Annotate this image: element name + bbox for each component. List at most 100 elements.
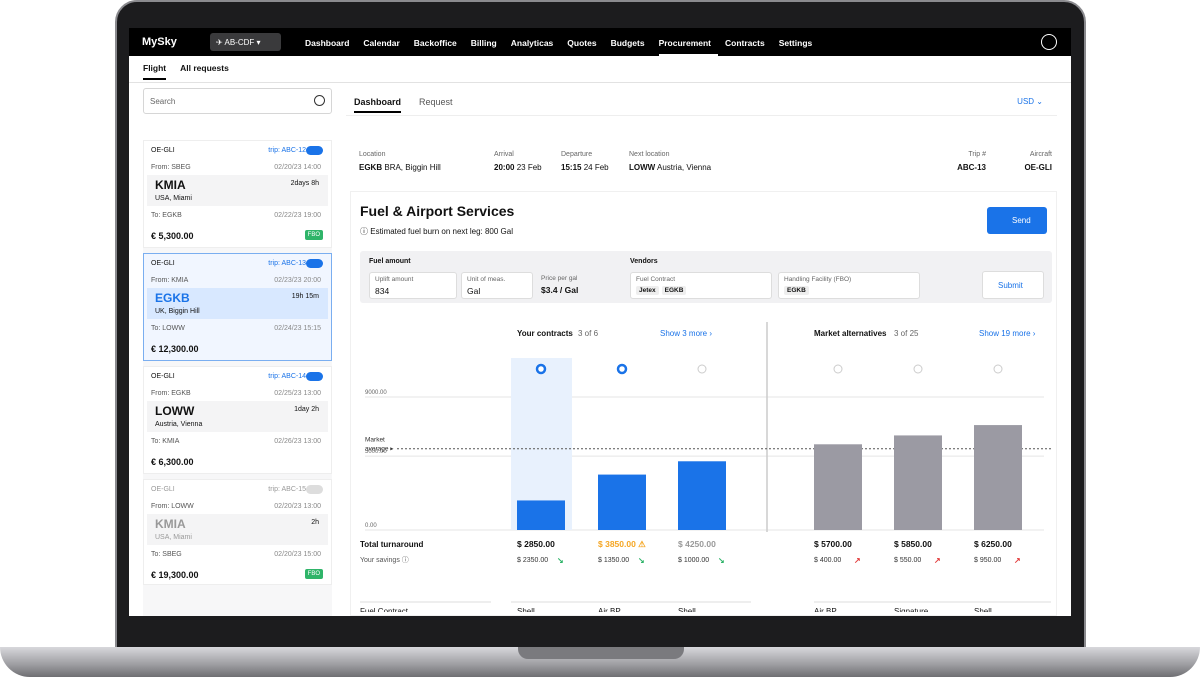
submit-button[interactable]: Submit xyxy=(982,271,1044,299)
nav-procurement[interactable]: Procurement xyxy=(658,28,719,56)
bar[interactable] xyxy=(894,435,942,530)
bar[interactable] xyxy=(814,444,862,530)
arrival-time: 20:00 xyxy=(494,163,515,172)
nav-budgets[interactable]: Budgets xyxy=(611,28,652,56)
flight-toggle[interactable] xyxy=(306,485,323,494)
bar[interactable] xyxy=(678,461,726,530)
fbo-badge: FBO xyxy=(304,569,323,579)
comparison-chart: 9000.00 5000.00 0.00 Market average ▸ Your co… xyxy=(351,322,1058,616)
search-placeholder: Search xyxy=(150,97,176,106)
show-more-link[interactable]: Show 19 more › xyxy=(979,329,1036,338)
submit-label: Submit xyxy=(998,281,1023,290)
currency-select[interactable]: USD ⌄ xyxy=(1017,97,1043,106)
user-icon[interactable] xyxy=(1041,34,1057,50)
arrival-label: Arrival xyxy=(494,151,514,158)
to-label: To: SBEG xyxy=(151,551,182,558)
aircraft-value: AB-CDF xyxy=(224,38,255,47)
aircraft-select[interactable]: ✈ AB-CDF ▾ xyxy=(210,33,281,51)
savings-label: $ 2350.00 xyxy=(517,557,548,564)
vendor-label: Shell xyxy=(517,607,535,612)
fuel-contract-select[interactable]: Fuel Contract Jetex EGKB xyxy=(630,272,772,299)
arrow-down-icon: ↘ xyxy=(557,556,564,565)
flight-toggle[interactable] xyxy=(306,146,323,155)
nav-analyticas[interactable]: Analyticas xyxy=(511,28,561,56)
send-button[interactable]: Send xyxy=(987,207,1047,234)
select-radio[interactable] xyxy=(993,364,1003,374)
select-radio[interactable] xyxy=(913,364,923,374)
trip-col: Trip # ABC-13 xyxy=(954,151,986,172)
flight-card[interactable]: OE-GLI trip: ABC-13 From: KMIA 02/23/23 … xyxy=(143,253,332,361)
uplift-field[interactable]: Uplift amount 834 xyxy=(369,272,457,299)
flight-card[interactable]: OE-GLI trip: ABC-14 From: EGKB 02/25/23 … xyxy=(143,366,332,474)
unit-label: Unit of meas. xyxy=(467,276,506,283)
nav-contracts[interactable]: Contracts xyxy=(725,28,772,56)
divider xyxy=(129,82,1071,83)
contract-chip[interactable]: Jetex xyxy=(636,286,659,295)
group-count: 3 of 25 xyxy=(894,329,919,338)
y-tick-label: 9000.00 xyxy=(365,390,387,396)
search-input[interactable]: Search xyxy=(143,88,332,114)
trip-link[interactable]: trip: ABC-13 xyxy=(268,260,306,267)
airport-code: KMIA xyxy=(155,178,186,192)
tab-request[interactable]: Request xyxy=(419,97,453,107)
nav-billing[interactable]: Billing xyxy=(471,28,504,56)
trip-price: € 6,300.00 xyxy=(151,457,194,467)
nav-dashboard[interactable]: Dashboard xyxy=(305,28,356,56)
from-label: From: KMIA xyxy=(151,277,189,284)
select-radio[interactable] xyxy=(535,363,547,375)
select-radio[interactable] xyxy=(616,363,628,375)
tab-flight[interactable]: Flight xyxy=(143,63,167,80)
vendor-label: Air BP xyxy=(598,607,621,612)
savings-label: $ 1350.00 xyxy=(598,557,629,564)
select-radio[interactable] xyxy=(697,364,707,374)
flight-toggle[interactable] xyxy=(306,372,323,381)
contract-chip[interactable]: EGKB xyxy=(661,286,687,295)
trip-label: Trip # xyxy=(968,151,986,158)
nav-calendar[interactable]: Calendar xyxy=(363,28,406,56)
top-nav: MySky ✈ AB-CDF ▾ Dashboard Calendar Backof… xyxy=(129,28,1071,56)
depart-date: 02/20/23 14:00 xyxy=(274,164,321,171)
flight-toggle[interactable] xyxy=(306,259,323,268)
savings-label: $ 550.00 xyxy=(894,557,921,564)
price-label: $ 2850.00 xyxy=(517,539,555,549)
app-logo[interactable]: MySky xyxy=(142,36,177,48)
flight-card[interactable]: OE-GLI trip: ABC-12 From: SBEG 02/20/23 … xyxy=(143,140,332,248)
trip-price: € 19,300.00 xyxy=(151,570,199,580)
trip-link[interactable]: trip: ABC-12 xyxy=(268,147,306,154)
nav-backoffice[interactable]: Backoffice xyxy=(414,28,464,56)
show-more-link[interactable]: Show 3 more › xyxy=(660,329,712,338)
price-label: $ 3850.00 ⚠ xyxy=(598,539,646,549)
market-average-label: average ▸ xyxy=(365,446,394,453)
bar[interactable] xyxy=(598,474,646,530)
fbo-select[interactable]: Handling Facility (FBO) EGKB xyxy=(778,272,920,299)
aircraft-label: Aircraft xyxy=(1029,151,1052,158)
trip-link[interactable]: trip: ABC-15 xyxy=(268,486,306,493)
vendor-label: Shell xyxy=(974,607,992,612)
flight-reg: OE-GLI xyxy=(151,486,175,493)
duration: 2days 8h xyxy=(290,180,319,187)
flight-reg: OE-GLI xyxy=(151,260,175,267)
fbo-chip[interactable]: EGKB xyxy=(784,286,809,295)
flight-card[interactable]: OE-GLI trip: ABC-15 From: LOWW 02/20/23 … xyxy=(143,479,332,585)
airport-location: Austria, Vienna xyxy=(155,421,203,428)
bar[interactable] xyxy=(517,500,565,530)
nav-settings[interactable]: Settings xyxy=(779,28,820,56)
departure-label: Departure xyxy=(561,151,593,158)
uplift-value: 834 xyxy=(375,286,390,296)
arrive-date: 02/26/23 13:00 xyxy=(274,438,321,445)
select-radio[interactable] xyxy=(833,364,843,374)
aircraft-col: Aircraft OE-GLI xyxy=(1012,151,1052,172)
trip-link[interactable]: trip: ABC-14 xyxy=(268,373,306,380)
search-icon[interactable] xyxy=(314,95,325,106)
arrival-col: Arrival 20:00 23 Feb xyxy=(494,151,542,172)
price-label: $ 5700.00 xyxy=(814,539,852,549)
bar[interactable] xyxy=(974,425,1022,530)
unit-select[interactable]: Unit of meas. Gal xyxy=(461,272,533,299)
to-label: To: KMIA xyxy=(151,438,180,445)
savings-label: $ 1000.00 xyxy=(678,557,709,564)
tab-dashboard[interactable]: Dashboard xyxy=(354,97,402,113)
nav-quotes[interactable]: Quotes xyxy=(567,28,603,56)
duration: 1day 2h xyxy=(294,406,319,413)
tab-all-requests[interactable]: All requests xyxy=(180,63,229,80)
app-screen: MySky ✈ AB-CDF ▾ Dashboard Calendar Backof… xyxy=(129,28,1071,616)
